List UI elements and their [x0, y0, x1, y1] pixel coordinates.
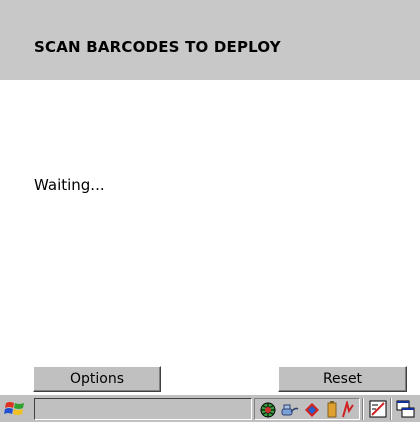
reset-button[interactable]: Reset: [278, 366, 407, 392]
taskbar-separator: [390, 398, 392, 420]
page-title: SCAN BARCODES TO DEPLOY: [34, 38, 281, 56]
input-panel-icon[interactable]: [368, 399, 388, 419]
taskbar: [0, 394, 420, 422]
taskbar-task-area[interactable]: [34, 398, 252, 420]
desktop-windows-icon[interactable]: [396, 399, 416, 419]
sync-icon[interactable]: [303, 401, 321, 419]
taskbar-separator: [362, 398, 364, 420]
connection-icon[interactable]: [281, 401, 299, 419]
system-tray: [254, 398, 360, 420]
signal-icon[interactable]: [341, 401, 355, 419]
battery-icon[interactable]: [325, 401, 339, 419]
status-text: Waiting...: [34, 176, 105, 194]
windows-flag-icon[interactable]: [4, 399, 26, 419]
options-button[interactable]: Options: [33, 366, 161, 392]
network-globe-icon[interactable]: [259, 401, 277, 419]
title-bar: SCAN BARCODES TO DEPLOY: [0, 0, 420, 80]
